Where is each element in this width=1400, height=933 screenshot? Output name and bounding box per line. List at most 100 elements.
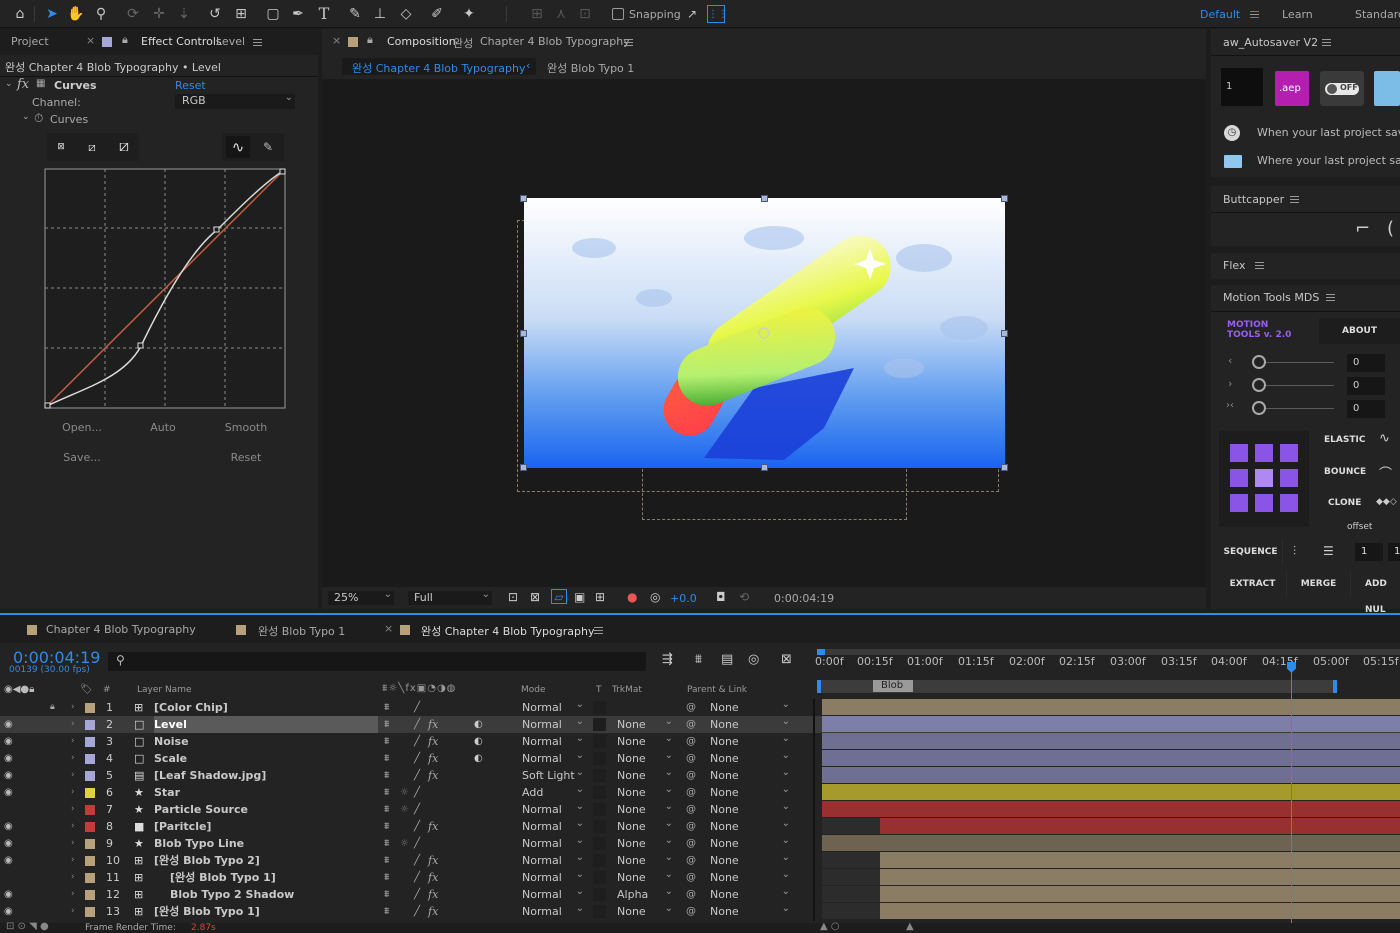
smooth-button[interactable]: Smooth xyxy=(208,416,284,440)
preserve-transparency-checkbox[interactable] xyxy=(593,854,606,867)
add-null-button[interactable]: ADD NUL xyxy=(1351,571,1400,615)
sequence-value-2[interactable]: 1 xyxy=(1388,543,1400,561)
anchor-bottom-left[interactable] xyxy=(1230,494,1248,512)
shy-switch-icon[interactable]: ⩩ xyxy=(384,886,389,903)
curve-point[interactable] xyxy=(44,402,51,409)
transform-handle[interactable] xyxy=(761,464,768,471)
layer-duration-bar[interactable] xyxy=(822,801,1400,817)
layer-duration-bar[interactable] xyxy=(822,784,1400,800)
quality-switch-icon[interactable]: ╱ xyxy=(414,886,420,903)
pan-behind-icon[interactable]: ⊞ xyxy=(232,5,250,23)
snap-grid-icon[interactable]: ⋮⋮ xyxy=(707,5,728,23)
preserve-transparency-checkbox[interactable] xyxy=(593,803,606,816)
shy-switch-icon[interactable]: ⩩ xyxy=(384,784,389,801)
panel-menu-icon[interactable] xyxy=(1322,39,1331,46)
layer-name[interactable]: [완성 Blob Typo 1] xyxy=(170,869,276,886)
shy-switch-icon[interactable]: ⩩ xyxy=(384,699,389,716)
transform-handle[interactable] xyxy=(520,195,527,202)
zoom-in-icon[interactable]: ▲ xyxy=(906,921,914,932)
curve-point[interactable] xyxy=(279,168,286,175)
view-axis-icon[interactable]: ⊡ xyxy=(576,5,594,23)
quality-switch-icon[interactable]: ╱ xyxy=(414,835,420,852)
workspace-learn[interactable]: Learn xyxy=(1282,8,1313,21)
tab-project[interactable]: Project xyxy=(11,35,49,48)
shy-switch-icon[interactable]: ⩩ xyxy=(384,835,389,852)
cap-style-icon[interactable]: ⌐ xyxy=(1355,218,1370,239)
layer-duration-bar[interactable] xyxy=(822,767,1400,783)
layer-mode-select[interactable]: Normal xyxy=(522,868,586,885)
layer-name[interactable]: Noise xyxy=(154,733,189,750)
parent-select[interactable]: None xyxy=(710,783,792,800)
time-ruler[interactable]: 0:00f 00:15f 01:00f 01:15f 02:00f 02:15f… xyxy=(815,646,1400,694)
chevron-right-icon[interactable]: › xyxy=(71,716,75,733)
anchor-top[interactable] xyxy=(1255,444,1273,462)
sequence-stagger-icon[interactable]: ⫶ xyxy=(1293,544,1296,559)
layer-name-header[interactable]: Layer Name xyxy=(137,685,192,695)
layer-row[interactable]: ◉ › 3 □ Noise ⩩ ╱ fx ◐ Normal None @ None xyxy=(0,732,1400,750)
preserve-transparency-checkbox[interactable] xyxy=(593,837,606,850)
close-tab-icon[interactable]: × xyxy=(384,622,393,635)
graph-editor-icon[interactable]: ⊠ xyxy=(781,652,792,667)
trkmat-select[interactable]: None xyxy=(617,834,675,851)
layer-label-color[interactable] xyxy=(85,856,95,866)
parent-select[interactable]: None xyxy=(710,817,792,834)
ease-in-value[interactable]: 0 xyxy=(1347,354,1385,372)
panel-menu-icon[interactable] xyxy=(594,627,603,634)
chevron-right-icon[interactable]: › xyxy=(71,886,75,903)
parent-select[interactable]: None xyxy=(710,834,792,851)
parent-select[interactable]: None xyxy=(710,902,792,919)
pickwhip-icon[interactable]: @ xyxy=(686,886,696,903)
grid-options-icon[interactable]: ⊞ xyxy=(595,590,605,604)
layer-mode-select[interactable]: Add xyxy=(522,783,586,800)
merge-button[interactable]: MERGE xyxy=(1287,571,1351,597)
layer-label-color[interactable] xyxy=(85,839,95,849)
trkmat-select[interactable]: None xyxy=(617,732,675,749)
layer-name[interactable]: [완성 Blob Typo 1] xyxy=(154,903,260,920)
preserve-transparency-checkbox[interactable] xyxy=(593,820,606,833)
collapse-switch-icon[interactable]: ☼ xyxy=(400,784,409,801)
ease-out-slider-knob[interactable] xyxy=(1252,378,1266,392)
clone-button[interactable]: CLONE xyxy=(1328,498,1361,508)
visibility-eye-icon[interactable]: ◉ xyxy=(4,750,13,767)
lock-icon[interactable]: 🔒︎ xyxy=(122,33,128,47)
stopwatch-icon[interactable]: ⏱︎ xyxy=(34,111,43,126)
parent-select[interactable]: None xyxy=(710,698,792,715)
layer-mode-select[interactable]: Soft Light xyxy=(522,766,586,783)
cap-round-icon[interactable]: ( xyxy=(1387,218,1394,239)
layer-name[interactable]: [Color Chip] xyxy=(154,699,228,716)
quality-switch-icon[interactable]: ╱ xyxy=(414,733,420,750)
quality-switch-icon[interactable]: ╱ xyxy=(414,852,420,869)
transform-handle[interactable] xyxy=(1001,464,1008,471)
panel-menu-icon[interactable] xyxy=(1290,196,1299,203)
chevron-right-icon[interactable]: › xyxy=(71,852,75,869)
visibility-eye-icon[interactable]: ◉ xyxy=(4,818,13,835)
parent-select[interactable]: None xyxy=(710,885,792,902)
layer-row[interactable]: ◉ › 8 ■ [Paritcle] ⩩ ╱ fx Normal None @ None xyxy=(0,817,1400,835)
auto-button[interactable]: Auto xyxy=(127,416,199,440)
layer-mode-select[interactable]: Normal xyxy=(522,817,586,834)
anchor-center[interactable] xyxy=(1255,469,1273,487)
quality-switch-icon[interactable]: ╱ xyxy=(414,699,420,716)
fx-switch-icon[interactable]: fx xyxy=(428,767,438,784)
local-axis-icon[interactable]: ⊞ xyxy=(528,5,546,23)
ease-both-value[interactable]: 0 xyxy=(1347,400,1385,418)
chevron-right-icon[interactable]: › xyxy=(71,835,75,852)
transform-handle[interactable] xyxy=(1001,330,1008,337)
medium-graph-icon[interactable]: ⧄ xyxy=(84,139,100,155)
layer-mode-select[interactable]: Normal xyxy=(522,715,586,732)
pickwhip-icon[interactable]: @ xyxy=(686,801,696,818)
hand-tool-icon[interactable]: ✋ xyxy=(67,5,85,23)
folder-icon[interactable] xyxy=(1374,71,1400,106)
visibility-eye-icon[interactable]: ◉ xyxy=(4,852,13,869)
pan-camera-icon[interactable]: ✛ xyxy=(150,5,168,23)
clone-stamp-icon[interactable]: ⊥ xyxy=(371,5,389,23)
adjustment-switch-icon[interactable]: ◐ xyxy=(474,750,483,767)
guides-icon[interactable]: ▣ xyxy=(574,590,585,604)
mask-visibility-icon[interactable]: ▱ xyxy=(551,589,567,604)
preserve-transparency-checkbox[interactable] xyxy=(593,735,606,748)
composition-tab-kr[interactable]: 완성 xyxy=(453,35,473,51)
footer-toggle-icons[interactable]: ⊡ ⊙ ◥ ● xyxy=(6,921,49,932)
layer-row[interactable]: ◉ › 10 ⊞ [완성 Blob Typo 2] ⩩ ╱ fx Normal None @ None xyxy=(0,851,1400,869)
show-snapshot-icon[interactable]: ⟲ xyxy=(739,590,749,604)
zoom-select[interactable]: 25% xyxy=(328,588,394,605)
